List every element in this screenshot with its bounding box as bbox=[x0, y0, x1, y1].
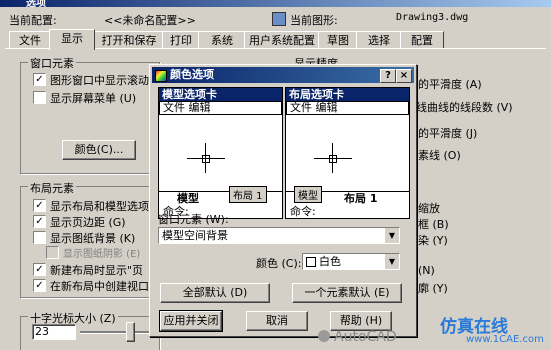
color-select[interactable]: 白色 ▼ bbox=[302, 253, 400, 270]
color-dialog-title-bar[interactable]: 颜色选项 ? × bbox=[152, 67, 414, 83]
drawing-label: 当前图形: bbox=[290, 14, 338, 27]
tab-selection[interactable]: 选择 bbox=[356, 31, 402, 49]
help-title-button[interactable]: ? bbox=[380, 69, 396, 83]
palette-icon bbox=[155, 70, 167, 82]
color-label: 颜色 (C): bbox=[256, 257, 302, 270]
crosshair-size-input[interactable]: 23 bbox=[32, 324, 76, 340]
cancel-button[interactable]: 取消 bbox=[246, 311, 308, 331]
tab-file[interactable]: 文件 bbox=[9, 31, 51, 49]
layout-elements-label: 布局元素 bbox=[28, 180, 76, 196]
window-element-label: 窗口元素 (W): bbox=[158, 213, 229, 226]
profile-value: <<未命名配置>> bbox=[104, 14, 196, 27]
paper-shadow-checkbox bbox=[46, 246, 59, 259]
crosshair-slider-thumb[interactable] bbox=[126, 322, 135, 342]
crosshair-slider-track[interactable] bbox=[80, 331, 150, 334]
paper-shadow-label: 显示图纸阴影 (E) bbox=[63, 249, 141, 260]
profile-label: 当前配置: bbox=[9, 14, 57, 27]
restore-one-default-button[interactable]: 一个元素默认 (E) bbox=[292, 283, 402, 303]
right-partial-1: 缩放 bbox=[418, 202, 440, 215]
color-dialog-title: 颜色选项 bbox=[170, 68, 214, 81]
tab-user-preferences[interactable]: 用户系统配置 bbox=[244, 31, 320, 49]
window-element-select[interactable]: 模型空间背景 ▼ bbox=[158, 227, 400, 244]
right-partial-5: 廓 (Y) bbox=[418, 282, 448, 295]
screen-menu-checkbox[interactable] bbox=[33, 91, 46, 104]
help-button[interactable]: 帮助 (H) bbox=[330, 311, 392, 331]
chevron-down-icon: ▼ bbox=[384, 228, 399, 243]
paper-background-label: 显示图纸背景 (K) bbox=[50, 232, 136, 245]
layout-preview-command: 命令: bbox=[290, 205, 316, 218]
drawing-icon bbox=[272, 12, 286, 26]
margins-label: 显示页边距 (G) bbox=[50, 216, 126, 229]
layout-tabs-label: 显示布局和模型选项卡 bbox=[50, 200, 160, 213]
create-viewport-label: 在新布局中创建视口 bbox=[50, 280, 149, 293]
wechat-logo-icon bbox=[318, 330, 330, 342]
layout-preview-layout-tab: 布局 1 bbox=[344, 192, 378, 205]
restore-all-defaults-button[interactable]: 全部默认 (D) bbox=[160, 283, 270, 303]
color-options-dialog: 颜色选项 ? × 模型选项卡 文件 编辑 模型 布局 1 命令: 布局选项卡 文… bbox=[149, 64, 417, 337]
crosshair-pickbox bbox=[202, 155, 210, 163]
margins-checkbox[interactable]: ✓ bbox=[33, 215, 46, 228]
window-elements-label: 窗口元素 bbox=[28, 55, 76, 71]
paper-background-checkbox[interactable] bbox=[33, 231, 46, 244]
layout-tabs-checkbox[interactable]: ✓ bbox=[33, 199, 46, 212]
tab-profiles[interactable]: 配置 bbox=[400, 31, 444, 49]
screen-menu-label: 显示屏幕菜单 (U) bbox=[50, 92, 137, 105]
page-setup-checkbox[interactable]: ✓ bbox=[33, 263, 46, 276]
tab-display[interactable]: 显示 bbox=[49, 29, 95, 50]
arc-smoothness-label: 的平滑度 (A) bbox=[418, 78, 482, 91]
layout-preview-model-tab: 模型 bbox=[294, 186, 322, 203]
colors-button[interactable]: 颜色(C)... bbox=[62, 140, 136, 160]
contour-lines-label: 素线 (O) bbox=[418, 149, 461, 162]
drawing-value: Drawing3.dwg bbox=[396, 12, 469, 23]
watermark-url: www.1CAE.com bbox=[466, 334, 544, 345]
page-setup-label: 新建布局时显示"页 bbox=[50, 264, 144, 277]
apply-close-button[interactable]: 应用并关闭 bbox=[159, 310, 223, 332]
render-smoothness-label: 的平滑度 (J) bbox=[418, 127, 478, 140]
right-partial-2: 框 (B) bbox=[418, 218, 449, 231]
create-viewport-checkbox[interactable]: ✓ bbox=[33, 279, 46, 292]
model-preview-header: 模型选项卡 bbox=[159, 88, 282, 101]
window-element-value: 模型空间背景 bbox=[162, 229, 228, 242]
model-preview-menu: 文件 编辑 bbox=[159, 101, 282, 115]
tab-drafting[interactable]: 草图 bbox=[318, 31, 358, 49]
model-tab-preview: 模型选项卡 文件 编辑 模型 布局 1 命令: bbox=[158, 87, 283, 219]
close-icon[interactable]: × bbox=[396, 69, 412, 83]
watermark-autocad: AutoCAD bbox=[334, 329, 397, 345]
tab-open-save[interactable]: 打开和保存 bbox=[94, 31, 164, 49]
layout-preview-menu: 文件 编辑 bbox=[286, 101, 409, 115]
model-preview-layout-tab: 布局 1 bbox=[229, 186, 267, 203]
scrollbar-option-label: 图形窗口中显示滚动 bbox=[50, 74, 149, 87]
color-swatch bbox=[306, 257, 316, 267]
layout-crosshair-pickbox bbox=[329, 155, 337, 163]
polyline-segments-label: 线曲线的线段数 (V) bbox=[416, 101, 513, 114]
window-title: 选项 bbox=[26, 0, 46, 9]
tab-system[interactable]: 系统 bbox=[198, 31, 246, 49]
color-chevron-down-icon: ▼ bbox=[384, 254, 399, 269]
tab-plot[interactable]: 打印 bbox=[162, 31, 200, 49]
scrollbar-checkbox[interactable]: ✓ bbox=[33, 73, 46, 86]
options-window: 选项 当前配置: <<未命名配置>> 当前图形: Drawing3.dwg 文件… bbox=[0, 0, 551, 350]
options-title-bar[interactable]: 选项 bbox=[0, 0, 551, 9]
layout-tab-preview: 布局选项卡 文件 编辑 模型 布局 1 命令: bbox=[285, 87, 410, 219]
layout-preview-header: 布局选项卡 bbox=[286, 88, 409, 101]
right-partial-3: 染 (Y) bbox=[418, 234, 448, 247]
right-partial-4: (N) bbox=[418, 264, 435, 277]
